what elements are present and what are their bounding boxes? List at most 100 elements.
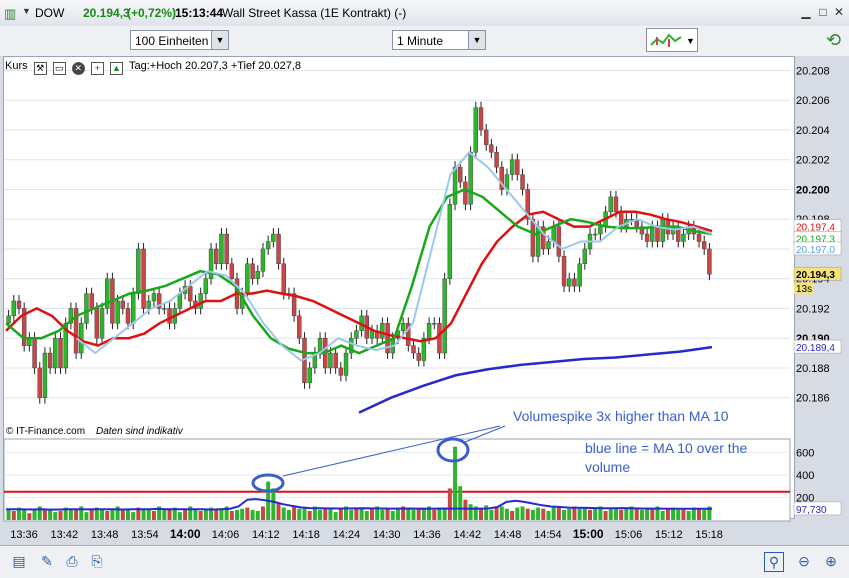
candle-body xyxy=(32,337,37,369)
volume-bar xyxy=(411,509,416,520)
volume-bar xyxy=(250,509,255,520)
candle-body xyxy=(442,278,447,354)
candle-body xyxy=(203,278,209,294)
volume-bar xyxy=(406,508,411,520)
draw-tool-icon[interactable]: ✎ xyxy=(38,552,56,570)
volume-bar xyxy=(447,488,452,520)
add-indicator-icon[interactable]: + xyxy=(90,62,104,75)
volume-bar xyxy=(567,508,572,520)
volume-bar xyxy=(162,508,167,520)
volume-bar xyxy=(198,510,203,520)
window-icon[interactable]: ▭ xyxy=(52,62,66,75)
volume-bar xyxy=(323,508,328,520)
x-tick-label: 14:06 xyxy=(212,529,240,541)
x-tick-label: 15:06 xyxy=(615,529,643,541)
volume-bar xyxy=(613,508,618,520)
candle-body xyxy=(115,300,120,324)
candle-body xyxy=(369,330,375,339)
volume-bar xyxy=(276,503,281,520)
panel-label: Kurs xyxy=(5,60,28,72)
volume-spike-annotation: Volumespike 3x higher than MA 10 xyxy=(513,408,729,424)
zoom-out-icon[interactable]: ⊖ xyxy=(795,552,813,570)
volume-bar xyxy=(84,512,89,520)
candle-body xyxy=(84,293,89,324)
volume-bar xyxy=(510,510,515,520)
volume-bar xyxy=(193,509,198,520)
volume-bar xyxy=(504,508,509,520)
x-tick-label: 14:24 xyxy=(333,529,361,541)
candle-body xyxy=(338,367,344,376)
x-tick-label: 15:00 xyxy=(573,527,604,541)
volume-bar xyxy=(702,509,707,520)
candle-body xyxy=(94,308,100,339)
candle-body xyxy=(468,152,473,205)
candle-body xyxy=(494,152,499,168)
volume-bar xyxy=(120,509,125,520)
candle-body xyxy=(613,196,619,212)
zoom-in-icon[interactable]: ⊕ xyxy=(822,552,840,570)
ma-blue-value: 20.189,4 xyxy=(796,343,835,354)
volume-bar xyxy=(260,506,265,520)
candle-body xyxy=(567,278,572,287)
zoom-fit-icon[interactable]: ⚲ xyxy=(764,552,784,572)
candle-body xyxy=(6,315,11,324)
volume-bar xyxy=(432,509,437,520)
remove-icon[interactable]: ✕ xyxy=(71,62,85,75)
x-tick-label: 14:30 xyxy=(373,529,401,541)
volume-bar xyxy=(385,508,390,520)
volume-bar xyxy=(286,509,291,520)
volume-bar xyxy=(42,509,47,520)
volume-bar xyxy=(650,508,655,520)
chart-settings-icon[interactable]: ▤ xyxy=(10,552,28,570)
volume-bar xyxy=(318,509,323,520)
volume-bar xyxy=(562,509,567,520)
volume-bar xyxy=(74,509,79,520)
candle-body xyxy=(42,352,48,398)
volume-bar xyxy=(463,499,468,520)
volume-bar xyxy=(245,507,250,520)
volume-bar xyxy=(105,510,110,520)
volume-bar xyxy=(146,508,151,520)
volume-bar xyxy=(489,509,494,520)
volume-bar xyxy=(100,509,105,520)
up-arrow-icon[interactable]: ▲ xyxy=(109,62,123,75)
candle-body xyxy=(696,233,702,242)
candle-body xyxy=(198,293,203,309)
volume-bar xyxy=(634,508,639,520)
candle-body xyxy=(707,248,712,275)
volume-bar xyxy=(499,506,504,520)
candle-body xyxy=(37,367,42,398)
wrench-icon[interactable]: ⚒ xyxy=(33,62,47,75)
candle-body xyxy=(426,323,432,339)
screenshot-icon[interactable]: ⎙ xyxy=(63,552,81,570)
candle-body xyxy=(608,196,613,212)
volume-bar xyxy=(525,508,530,520)
volume-bar xyxy=(520,506,525,520)
candle-body xyxy=(380,323,385,339)
volume-bar xyxy=(6,508,11,520)
x-tick-label: 13:54 xyxy=(131,529,159,541)
volume-bar xyxy=(660,510,665,520)
candle-body xyxy=(655,226,660,242)
candle-body xyxy=(483,129,489,146)
candle-body xyxy=(16,300,22,309)
candle-body xyxy=(577,263,582,287)
volume-bar xyxy=(676,509,681,520)
print-icon[interactable]: ⎘ xyxy=(88,552,106,570)
x-tick-label: 14:12 xyxy=(252,529,280,541)
candle-body xyxy=(343,352,349,376)
x-tick-label: 14:00 xyxy=(170,527,201,541)
x-tick-label: 15:18 xyxy=(695,529,723,541)
candle-body xyxy=(650,226,655,242)
volume-bar xyxy=(53,512,58,520)
ma-light-line xyxy=(75,150,713,362)
candle-body xyxy=(58,337,63,369)
volume-bar xyxy=(177,512,182,520)
candle-body xyxy=(551,226,556,242)
volume-bar xyxy=(624,507,629,520)
candle-body xyxy=(224,233,229,265)
candle-body xyxy=(478,107,484,131)
price-tick-label: 20.186 xyxy=(796,393,830,405)
candle-body xyxy=(660,218,665,242)
candle-body xyxy=(265,241,271,250)
